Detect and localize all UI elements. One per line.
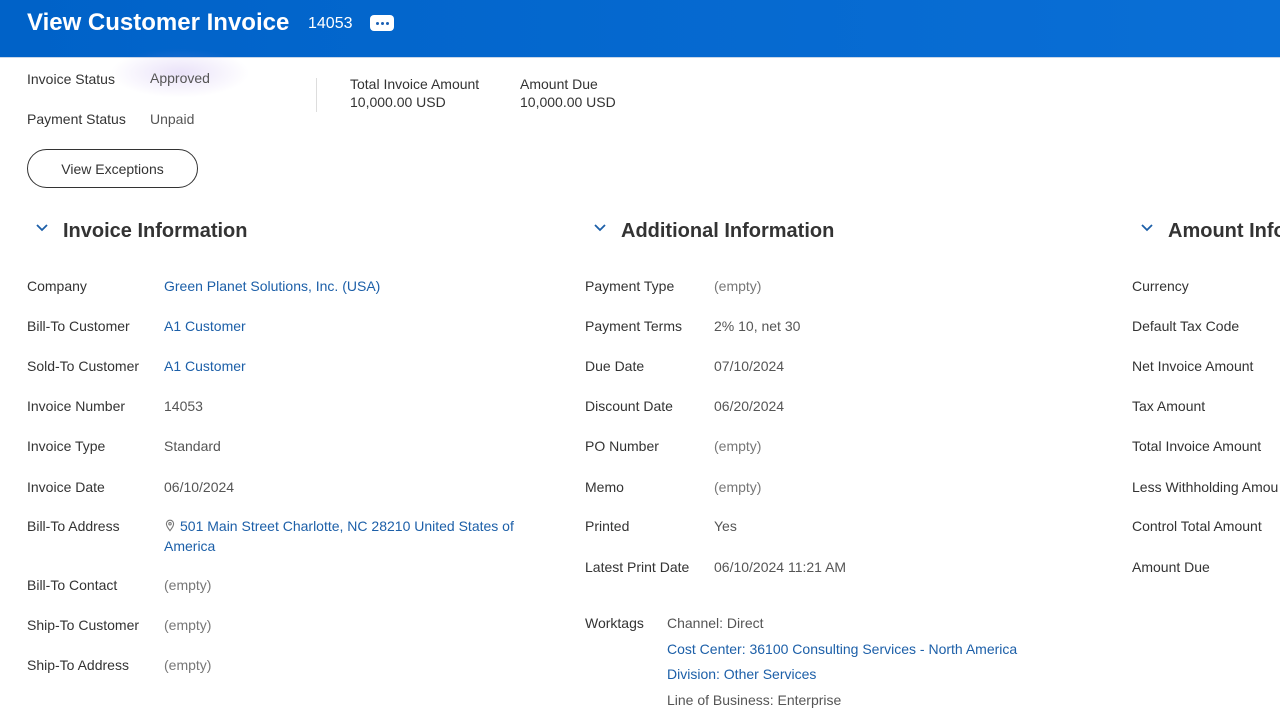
payment-terms-value: 2% 10, net 30 [714,318,801,334]
bill-to-contact-label: Bill-To Contact [27,577,118,593]
payment-type-value: (empty) [714,278,762,294]
worktags-label: Worktags [585,615,644,631]
ship-to-address-label: Ship-To Address [27,657,129,673]
printed-value: Yes [714,518,737,534]
chevron-down-icon[interactable] [1140,221,1154,235]
payment-type-label: Payment Type [585,278,675,294]
invoice-number-value: 14053 [164,398,203,414]
page-header: View Customer Invoice 14053 [0,0,1280,58]
memo-label: Memo [585,479,624,495]
amount-information-heading: Amount Info [1168,220,1280,242]
ship-to-customer-value: (empty) [164,617,212,633]
ship-to-customer-label: Ship-To Customer [27,617,140,633]
amount-due-field-label: Amount Due [1132,559,1210,575]
more-actions-button[interactable] [370,15,394,31]
bill-to-address-line2[interactable]: America [164,538,215,554]
latest-print-date-value: 06/10/2024 11:21 AM [714,559,847,575]
chevron-down-icon[interactable] [35,221,49,235]
po-number-label: PO Number [585,438,659,454]
latest-print-date-label: Latest Print Date [585,559,690,575]
ellipsis-icon [375,21,379,25]
amount-due-label: Amount Due [520,76,598,92]
company-label: Company [27,278,87,294]
sold-to-customer-label: Sold-To Customer [27,358,140,374]
bill-to-customer-label: Bill-To Customer [27,318,130,334]
discount-date-label: Discount Date [585,398,673,414]
invoice-date-label: Invoice Date [27,479,105,495]
default-tax-code-label: Default Tax Code [1132,318,1240,334]
invoice-type-label: Invoice Type [27,438,106,454]
tax-amount-label: Tax Amount [1132,398,1206,414]
worktag-division-link[interactable]: Division: Other Services [667,666,816,682]
chevron-down-icon[interactable] [593,221,607,235]
bill-to-address-line1: 501 Main Street Charlotte, NC 28210 Unit… [180,518,514,534]
bill-to-customer-link[interactable]: A1 Customer [164,318,246,334]
due-date-label: Due Date [585,358,645,374]
invoice-id: 14053 [308,15,353,32]
total-invoice-amount-label: Total Invoice Amount [350,76,480,92]
currency-label: Currency [1132,278,1189,294]
less-withholding-amount-label: Less Withholding Amou [1132,479,1279,495]
invoice-status-label: Invoice Status [27,71,115,87]
view-exceptions-button[interactable]: View Exceptions [27,149,198,188]
payment-status-value: Unpaid [150,111,195,127]
invoice-type-value: Standard [164,438,221,454]
printed-label: Printed [585,518,630,534]
worktag-cost-center-link[interactable]: Cost Center: 36100 Consulting Services -… [667,641,1017,657]
sold-to-customer-link[interactable]: A1 Customer [164,358,246,374]
worktag-line-of-business: Line of Business: Enterprise [667,692,842,708]
bill-to-address-label: Bill-To Address [27,518,120,534]
invoice-status-value: Approved [150,70,210,86]
po-number-value: (empty) [714,438,762,454]
location-pin-icon [165,519,175,532]
memo-value: (empty) [714,479,762,495]
additional-information-heading: Additional Information [621,220,835,242]
payment-terms-label: Payment Terms [585,318,682,334]
discount-date-value: 06/20/2024 [714,398,785,414]
invoice-information-heading: Invoice Information [63,220,248,242]
payment-status-label: Payment Status [27,111,126,127]
ship-to-address-value: (empty) [164,657,212,673]
due-date-value: 07/10/2024 [714,358,785,374]
invoice-date-value: 06/10/2024 [164,479,235,495]
total-invoice-amount-field-label: Total Invoice Amount [1132,438,1262,454]
bill-to-contact-value: (empty) [164,577,212,593]
summary-divider [316,78,317,112]
page-title: View Customer Invoice [27,9,290,36]
invoice-number-label: Invoice Number [27,398,126,414]
worktag-channel: Channel: Direct [667,615,764,631]
control-total-amount-label: Control Total Amount [1132,518,1262,534]
amount-due-value: 10,000.00 USD [520,94,616,110]
company-link[interactable]: Green Planet Solutions, Inc. (USA) [164,278,380,294]
net-invoice-amount-label: Net Invoice Amount [1132,358,1254,374]
bill-to-address-link[interactable]: 501 Main Street Charlotte, NC 28210 Unit… [164,518,514,534]
total-invoice-amount-value: 10,000.00 USD [350,94,446,110]
